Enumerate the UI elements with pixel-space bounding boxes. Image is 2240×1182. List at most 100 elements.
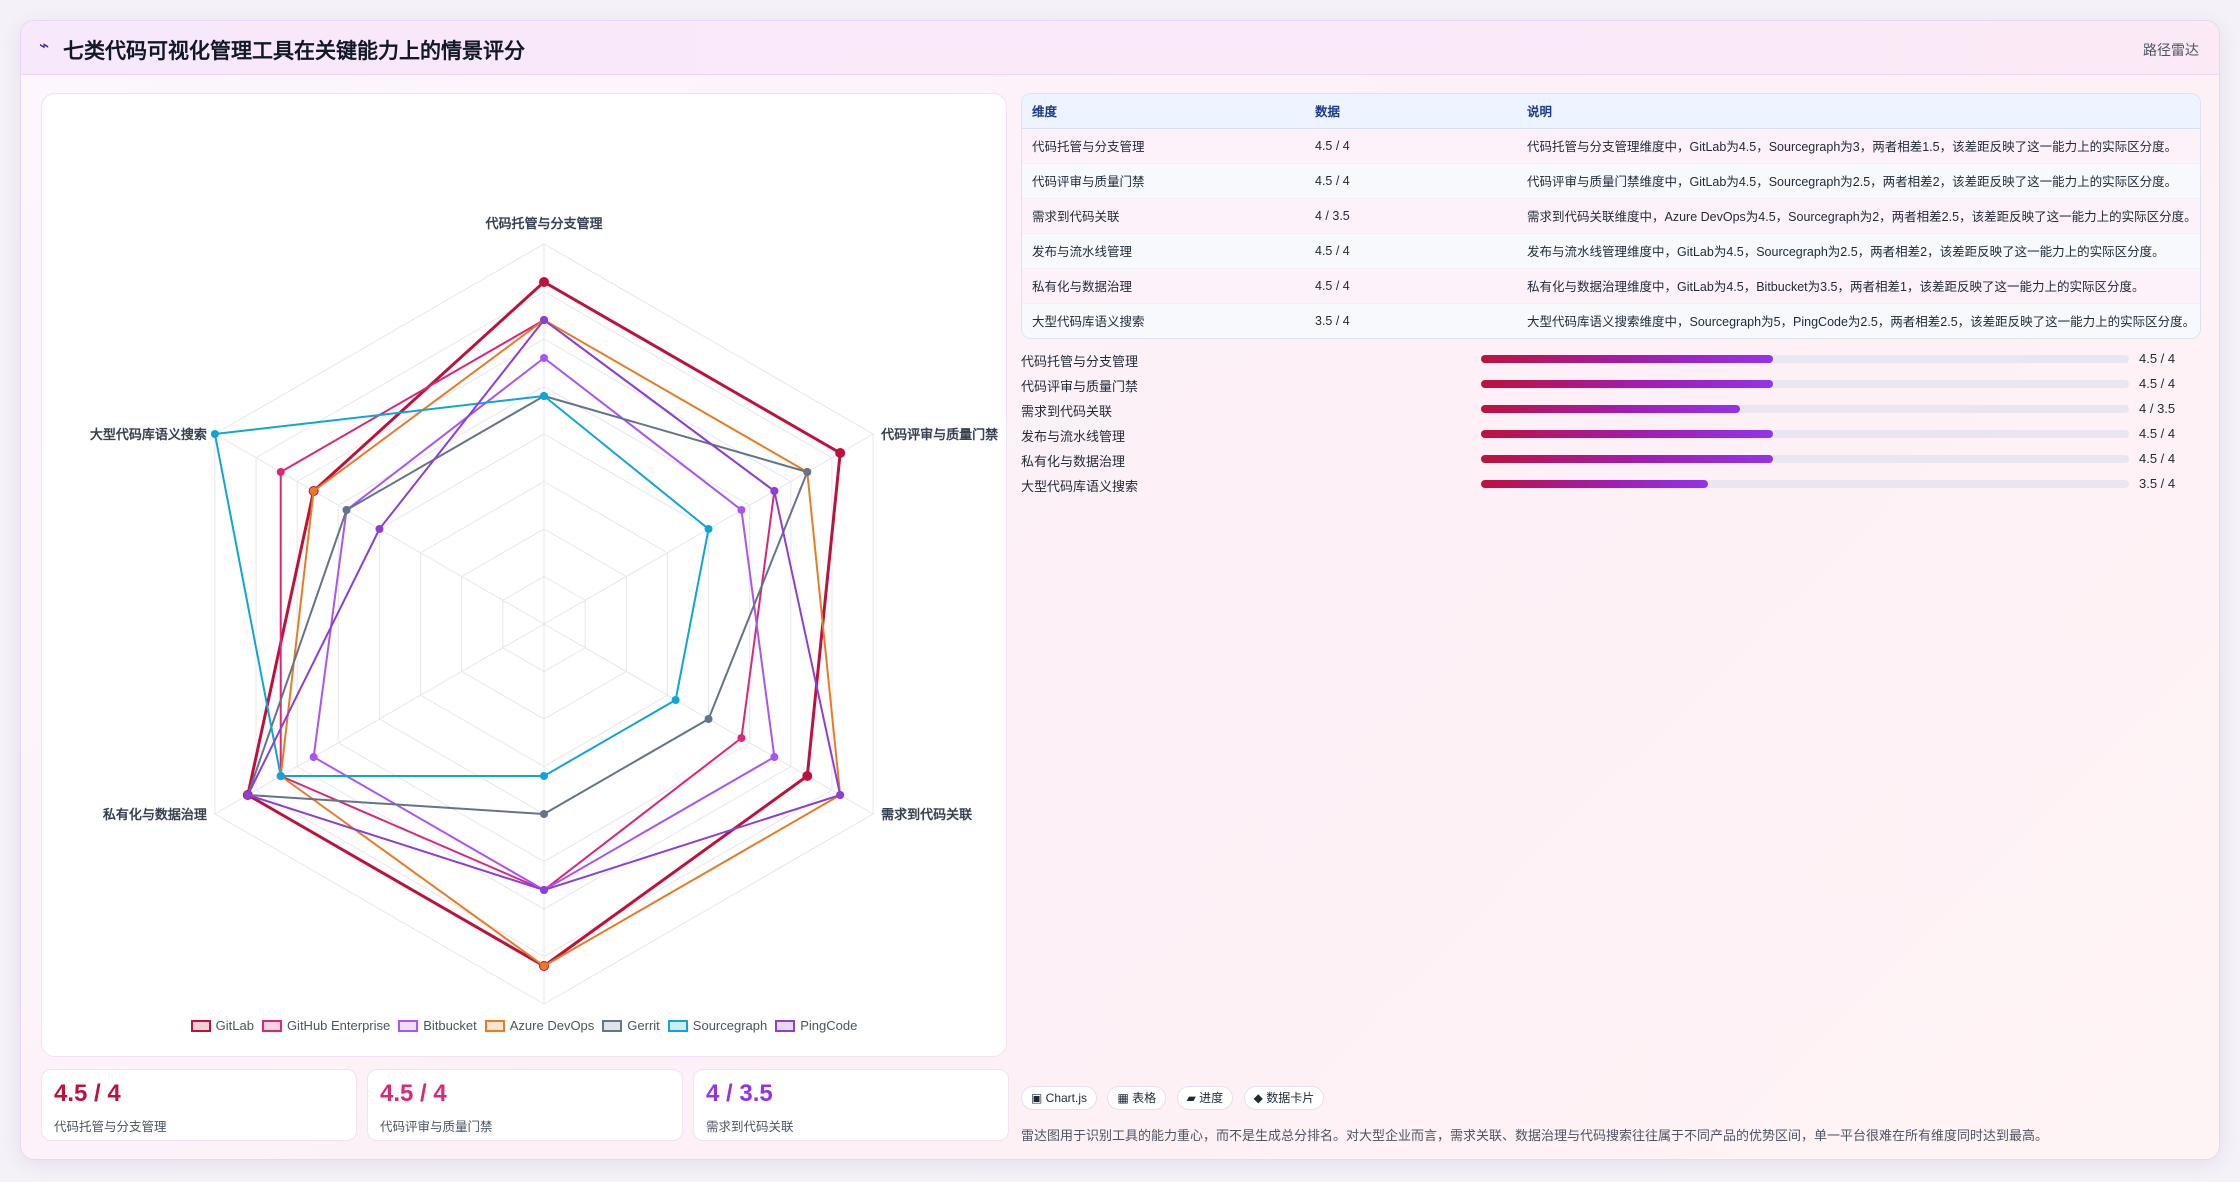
chart-legend: GitLab GitHub Enterprise Bitbucket Azure De… [42,1018,1006,1033]
progress-fill [1481,355,1773,363]
legend-item[interactable]: Bitbucket [398,1018,477,1033]
footnote: 雷达图用于识别工具的能力重心，而不是生成总分排名。对大型企业而言，需求关联、数据… [1021,1128,2049,1143]
legend-item[interactable]: Azure DevOps [484,1018,595,1033]
legend-item[interactable]: PingCode [775,1018,857,1033]
kpi-label: 需求到代码关联 [706,1120,794,1134]
data-point [540,962,548,970]
axis-label: 代码托管与分支管理 [484,216,602,231]
data-point [737,506,746,514]
table-cell: 4.5 / 4 [1315,278,1350,293]
progress-bars: 代码托管与分支管理 4.5 / 4 代码评审与质量门禁 4.5 / 4 需求到代码关联 4… [1021,347,2201,497]
radar-chart-card: 代码托管与分支管理代码评审与质量门禁需求到代码关联发布与流水线管理私有化与数据治… [41,93,1007,1057]
table-cell: 私有化与数据治理维度中，GitLab为4.5，Bitbucket为3.5，两者相… [1527,280,2145,294]
table-cell: 需求到代码关联 [1032,210,1120,224]
progress-row: 代码托管与分支管理 4.5 / 4 [1021,347,2201,372]
legend-item[interactable]: Gerrit [602,1018,660,1033]
data-point [802,771,813,781]
data-point [276,772,285,780]
kpi-card: 4.5 / 4 代码评审与质量门禁 [367,1069,683,1141]
data-point [770,753,779,761]
data-point [803,468,812,476]
progress-label: 大型代码库语义搜索 [1021,479,1139,494]
legend-swatch [775,1020,796,1032]
table-cell: 代码评审与质量门禁 [1032,175,1145,189]
chip-table[interactable]: ▦ 表格 [1107,1086,1167,1110]
data-point [540,316,548,324]
progress-row: 代码评审与质量门禁 4.5 / 4 [1021,372,2201,397]
table-cell: 3.5 / 4 [1315,313,1350,328]
progress-label: 代码评审与质量门禁 [1021,379,1139,394]
progress-track [1481,380,2129,388]
dashboard-frame: ⌁ 七类代码可视化管理工具在关键能力上的情景评分 路径雷达 代码托管与分支管理代… [20,20,2220,1160]
table-cell: 4 / 3.5 [1315,208,1350,223]
header-bar: ⌁ 七类代码可视化管理工具在关键能力上的情景评分 路径雷达 [21,21,2219,75]
data-point [671,696,680,704]
progress-fill [1481,455,1773,463]
table-row: 发布与流水线管理 4.5 / 4 发布与流水线管理维度中，GitLab为4.5，So… [1022,233,2200,268]
kpi-card: 4.5 / 4 代码托管与分支管理 [41,1069,357,1141]
legend-swatch [602,1020,623,1032]
data-point [737,734,746,742]
legend-label: GitHub Enterprise [286,1018,391,1033]
table-row: 需求到代码关联 4 / 3.5 需求到代码关联维度中，Azure DevOps为4.… [1022,198,2200,233]
table-cell: 代码托管与分支管理维度中，GitLab为4.5，Sourcegraph为3，两者… [1527,140,2178,154]
progress-fill [1481,430,1773,438]
kpi-value: 4.5 / 4 [54,1080,121,1107]
table-cell: 大型代码库语义搜索维度中，Sourcegraph为5，PingCode为2.5，… [1527,315,2196,329]
data-point [342,506,351,514]
progress-label: 私有化与数据治理 [1021,454,1126,469]
data-point [704,525,713,533]
legend-item[interactable]: GitLab [190,1018,254,1033]
kpi-card: 4 / 3.5 需求到代码关联 [693,1069,1009,1141]
table-header-description: 说明 [1517,94,2200,129]
table-row: 代码托管与分支管理 4.5 / 4 代码托管与分支管理维度中，GitLab为4.5，… [1022,128,2200,163]
legend-label: Azure DevOps [509,1018,595,1033]
table-cell: 代码托管与分支管理 [1032,140,1145,154]
progress-fill [1481,380,1773,388]
legend-swatch [667,1020,688,1032]
table-cell: 代码评审与质量门禁维度中，GitLab为4.5，Sourcegraph为2.5，… [1527,175,2178,189]
data-point [309,487,318,495]
table-cell: 4.5 / 4 [1315,243,1350,258]
data-point [539,277,549,287]
progress-track [1481,480,2129,488]
data-point [836,791,845,799]
table-cell: 需求到代码关联维度中，Azure DevOps为4.5，Sourcegraph为… [1527,210,2197,224]
data-point [540,354,548,362]
radar-logo-icon: ⌁ [39,36,50,55]
progress-row: 大型代码库语义搜索 3.5 / 4 [1021,472,2201,497]
data-table-card: 维度 数据 说明 代码托管与分支管理 4.5 / 4 代码托管与分支管理维度中，Gi… [1021,93,2201,339]
legend-swatch [190,1020,211,1032]
chip-progress[interactable]: ▰ 进度 [1176,1086,1234,1110]
legend-label: Gerrit [627,1018,660,1033]
table-row: 代码评审与质量门禁 4.5 / 4 代码评审与质量门禁维度中，GitLab为4.5，… [1022,163,2200,198]
legend-label: GitLab [215,1018,254,1033]
table-cell: 私有化与数据治理 [1032,280,1133,294]
progress-track [1481,405,2129,413]
data-point [540,392,548,400]
progress-row: 私有化与数据治理 4.5 / 4 [1021,447,2201,472]
kpi-label: 代码评审与质量门禁 [380,1120,493,1134]
chip-data-cards[interactable]: ◆ 数据卡片 [1243,1086,1325,1110]
data-point [540,772,548,780]
route-label[interactable]: 路径雷达 [2143,40,2199,60]
legend-swatch [484,1020,505,1032]
data-point [243,791,252,799]
data-point [210,430,219,438]
table-header-data: 数据 [1305,94,1517,129]
legend-item[interactable]: Sourcegraph [667,1018,767,1033]
table-cell: 发布与流水线管理维度中，GitLab为4.5，Sourcegraph为2.5，两… [1527,245,2165,259]
progress-row: 需求到代码关联 4 / 3.5 [1021,397,2201,422]
chip-chartjs[interactable]: ▣ Chart.js [1021,1086,1098,1110]
kpi-value: 4.5 / 4 [380,1080,447,1107]
legend-item[interactable]: GitHub Enterprise [261,1018,391,1033]
progress-row: 发布与流水线管理 4.5 / 4 [1021,422,2201,447]
data-point [309,753,318,761]
radar-chart: 代码托管与分支管理代码评审与质量门禁需求到代码关联发布与流水线管理私有化与数据治… [90,216,998,1004]
legend-swatch [398,1020,419,1032]
data-point [276,468,285,476]
page-title: 七类代码可视化管理工具在关键能力上的情景评分 [63,40,525,63]
axis-label: 代码评审与质量门禁 [880,427,998,442]
data-point [375,525,384,533]
legend-swatch [261,1020,282,1032]
